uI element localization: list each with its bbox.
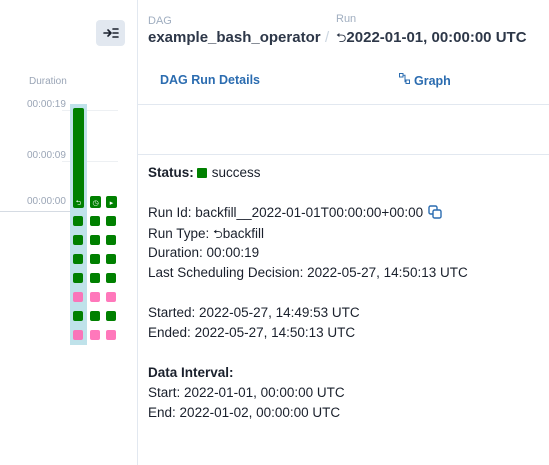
- run-type-label: Run Type:: [148, 226, 210, 241]
- interval-end-label: End:: [148, 405, 176, 420]
- collapse-panel-icon: [102, 28, 119, 38]
- ended-label: Ended:: [148, 325, 191, 340]
- run-type-icon: ◷: [92, 199, 99, 207]
- duration-tick-label: 00:00:00: [27, 196, 66, 207]
- tab-graph[interactable]: Graph: [399, 73, 451, 88]
- tab-graph-label: Graph: [414, 74, 451, 88]
- breadcrumb-separator: /: [325, 29, 330, 46]
- task-instance-cell[interactable]: [73, 235, 83, 245]
- run-breadcrumb-label: Run: [336, 13, 357, 25]
- run-tabs: DAG Run Details Graph: [138, 60, 549, 105]
- duration-baseline: [0, 211, 70, 212]
- status-label: Status:: [148, 165, 194, 180]
- task-instance-cell[interactable]: [106, 216, 116, 226]
- task-instance-cell[interactable]: [90, 311, 100, 321]
- ended-row: Ended: 2022-05-27, 14:50:13 UTC: [148, 325, 355, 340]
- task-instance-cell[interactable]: [90, 235, 100, 245]
- interval-start-label: Start:: [148, 385, 181, 400]
- run-duration-bar[interactable]: ⮌: [73, 108, 84, 208]
- section-divider: [138, 154, 549, 155]
- collapse-grid-button[interactable]: [96, 20, 125, 46]
- task-instance-cell[interactable]: [106, 235, 116, 245]
- duration-value: 00:00:19: [206, 245, 260, 260]
- task-instance-cell[interactable]: [90, 273, 100, 283]
- backfill-icon: ⮌: [213, 227, 223, 241]
- task-instance-cell[interactable]: [90, 292, 100, 302]
- task-instance-cell[interactable]: [106, 254, 116, 264]
- dag-breadcrumb-link[interactable]: example_bash_operator: [148, 29, 321, 46]
- task-instance-cell[interactable]: [90, 254, 100, 264]
- task-instance-cell[interactable]: [90, 216, 100, 226]
- run-type-icon: ⮌: [75, 199, 82, 207]
- task-instance-cell[interactable]: [90, 330, 100, 340]
- dag-breadcrumb-label: DAG: [148, 15, 172, 27]
- run-breadcrumb-value: ⮌2022-01-01, 00:00:00 UTC: [336, 29, 527, 51]
- data-interval-heading: Data Interval:: [148, 365, 234, 380]
- task-instance-cell[interactable]: [106, 273, 116, 283]
- started-label: Started:: [148, 305, 196, 320]
- duration-tick-label: 00:00:09: [27, 150, 66, 161]
- task-instance-cell[interactable]: [106, 311, 116, 321]
- status-value: success: [211, 165, 261, 180]
- task-instance-cell[interactable]: [73, 330, 83, 340]
- graph-icon: [399, 73, 410, 84]
- duration-tick-label: 00:00:19: [27, 99, 66, 110]
- task-instance-cell[interactable]: [73, 292, 83, 302]
- duration-label: Duration:: [148, 245, 203, 260]
- task-instance-cell[interactable]: [73, 254, 83, 264]
- tab-dag-run-details[interactable]: DAG Run Details: [160, 73, 260, 87]
- interval-end-row: End: 2022-01-02, 00:00:00 UTC: [148, 405, 340, 420]
- interval-start-value: 2022-01-01, 00:00:00 UTC: [184, 385, 345, 400]
- interval-start-row: Start: 2022-01-01, 00:00:00 UTC: [148, 385, 345, 400]
- duration-axis-title: Duration: [29, 76, 67, 87]
- copy-icon[interactable]: [428, 205, 442, 219]
- ended-value: 2022-05-27, 14:50:13 UTC: [194, 325, 356, 340]
- backfill-icon: ⮌: [336, 31, 347, 46]
- run-type-value: backfill: [222, 226, 264, 241]
- run-id-value: backfill__2022-01-01T00:00:00+00:00: [195, 205, 424, 220]
- task-instance-cell[interactable]: [73, 216, 83, 226]
- run-id-row: Run Id: backfill__2022-01-01T00:00:00+00…: [148, 205, 442, 220]
- run-type-icon: ▸: [109, 199, 114, 207]
- last-scheduling-label: Last Scheduling Decision:: [148, 265, 304, 280]
- task-instance-cell[interactable]: [73, 311, 83, 321]
- task-instance-cell[interactable]: [106, 330, 116, 340]
- interval-end-value: 2022-01-02, 00:00:00 UTC: [179, 405, 341, 420]
- run-duration-bar[interactable]: ▸: [106, 196, 117, 208]
- started-value: 2022-05-27, 14:49:53 UTC: [199, 305, 360, 320]
- task-instance-cell[interactable]: [73, 273, 83, 283]
- run-breadcrumb-text: 2022-01-01, 00:00:00 UTC: [346, 29, 527, 46]
- last-scheduling-row: Last Scheduling Decision: 2022-05-27, 14…: [148, 265, 468, 280]
- started-row: Started: 2022-05-27, 14:49:53 UTC: [148, 305, 360, 320]
- run-type-row: Run Type: ⮌backfill: [148, 225, 264, 246]
- grid-panel: Duration 00:00:19 00:00:09 00:00:00 ⮌ ◷ ▸: [0, 0, 138, 465]
- task-instance-cell[interactable]: [106, 292, 116, 302]
- run-duration-bar[interactable]: ◷: [90, 196, 101, 208]
- run-id-label: Run Id:: [148, 205, 192, 220]
- status-swatch: [196, 168, 207, 178]
- duration-row: Duration: 00:00:19: [148, 245, 259, 260]
- last-scheduling-value: 2022-05-27, 14:50:13 UTC: [307, 265, 468, 280]
- status-row: Status: success: [148, 165, 261, 180]
